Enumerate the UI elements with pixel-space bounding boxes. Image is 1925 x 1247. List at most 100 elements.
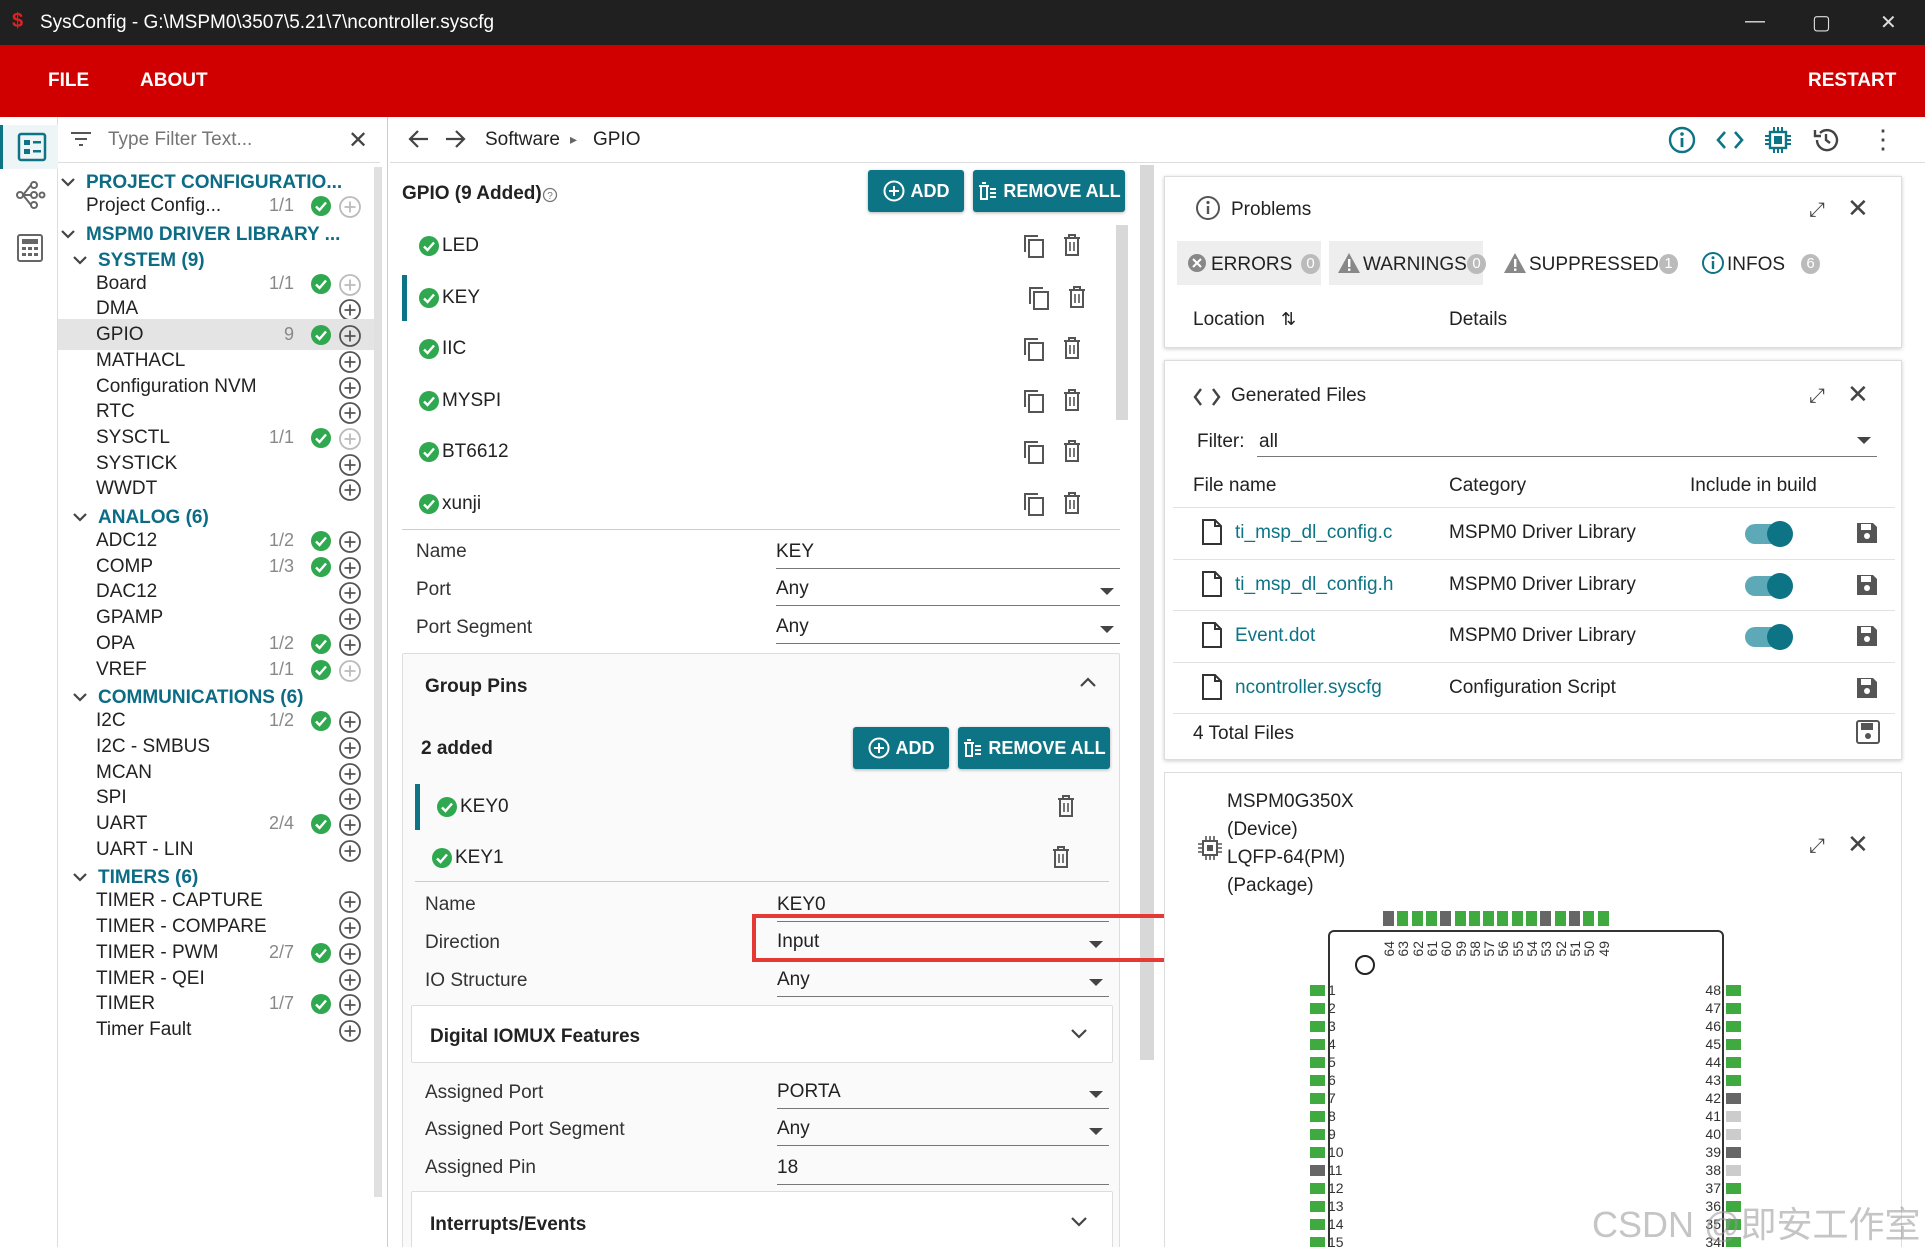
left-pin-7[interactable] xyxy=(1310,1093,1325,1104)
maximize-icon[interactable]: ▢ xyxy=(1812,10,1831,35)
top-pin-57[interactable] xyxy=(1483,911,1495,926)
tree-scrollbar[interactable] xyxy=(374,167,382,1197)
top-pin-63[interactable] xyxy=(1397,911,1409,926)
chevron-down-icon[interactable] xyxy=(72,511,88,523)
gpio-instance-iic[interactable]: IIC xyxy=(402,326,1117,372)
file-link[interactable]: ti_msp_dl_config.h xyxy=(1235,574,1393,596)
list-scrollbar[interactable] xyxy=(1116,225,1128,420)
chip-diagram[interactable]: 64 63 62 61 60 59 58 57 56 55 54 53 52 51 50 49 1 2 3 4 5 6 7 8… xyxy=(1165,773,1903,1247)
config-view-icon[interactable] xyxy=(0,125,58,169)
left-pin-4[interactable] xyxy=(1310,1039,1325,1050)
top-pin-51[interactable] xyxy=(1568,911,1580,926)
interrupts-card[interactable]: Interrupts/Events xyxy=(411,1191,1113,1247)
left-pin-1[interactable] xyxy=(1310,985,1325,996)
include-toggle[interactable] xyxy=(1745,572,1793,599)
right-pin-38[interactable] xyxy=(1726,1165,1741,1176)
tree-item-wwdt[interactable]: WWDT xyxy=(58,473,380,504)
copy-icon[interactable] xyxy=(1022,491,1046,517)
save-file-icon[interactable] xyxy=(1855,521,1879,545)
restart-button[interactable]: RESTART xyxy=(1808,70,1896,92)
copy-icon[interactable] xyxy=(1022,388,1046,414)
file-link[interactable]: ti_msp_dl_config.c xyxy=(1235,522,1392,544)
more-options-icon[interactable]: ⋮ xyxy=(1870,125,1896,153)
gpio-instance-bt6612[interactable]: BT6612 xyxy=(402,429,1117,475)
clear-filter-icon[interactable]: ✕ xyxy=(348,126,368,155)
file-link[interactable]: Event.dot xyxy=(1235,625,1315,647)
top-pin-64[interactable] xyxy=(1383,911,1394,926)
assigned-port-select[interactable]: PORTA xyxy=(777,1081,1109,1109)
tree-item-project-config[interactable]: Project Config... 1/1 xyxy=(58,190,380,221)
add-instance-icon[interactable] xyxy=(338,478,362,502)
top-pin-58[interactable] xyxy=(1468,911,1480,926)
expand-chevron-icon[interactable] xyxy=(1070,1216,1088,1228)
add-pin-button[interactable]: ADD xyxy=(853,727,949,769)
port-select[interactable]: Any xyxy=(776,578,1120,606)
right-pin-46[interactable] xyxy=(1726,1021,1741,1032)
left-pin-2[interactable] xyxy=(1310,1003,1325,1014)
right-pin-44[interactable] xyxy=(1726,1057,1741,1068)
add-instance-icon[interactable] xyxy=(338,1019,362,1043)
topology-view-icon[interactable] xyxy=(14,179,46,211)
expand-chevron-icon[interactable] xyxy=(1070,1028,1088,1040)
delete-icon[interactable] xyxy=(1056,794,1076,818)
top-pin-53[interactable] xyxy=(1540,911,1552,926)
chevron-down-icon[interactable] xyxy=(60,176,76,188)
port-segment-select[interactable]: Any xyxy=(776,616,1120,644)
warnings-tab[interactable]: WARNINGS 0 xyxy=(1329,241,1486,285)
copy-icon[interactable] xyxy=(1027,285,1051,311)
left-pin-3[interactable] xyxy=(1310,1021,1325,1032)
pin-key1[interactable]: KEY1 xyxy=(415,835,1109,881)
code-view-icon[interactable] xyxy=(1716,129,1744,151)
assigned-pin-input[interactable]: 18 xyxy=(777,1157,1109,1185)
expand-icon[interactable]: ⤢ xyxy=(1809,199,1825,222)
chevron-down-icon[interactable] xyxy=(72,871,88,883)
location-header[interactable]: Location xyxy=(1193,309,1265,331)
save-all-icon[interactable] xyxy=(1855,719,1881,745)
io-structure-select[interactable]: Any xyxy=(777,969,1109,997)
left-pin-10[interactable] xyxy=(1310,1147,1325,1158)
save-file-icon[interactable] xyxy=(1855,676,1879,700)
close-panel-icon[interactable]: ✕ xyxy=(1847,379,1869,410)
delete-icon[interactable] xyxy=(1062,491,1082,515)
file-filter-select[interactable]: all xyxy=(1257,427,1877,457)
left-pin-5[interactable] xyxy=(1310,1057,1325,1068)
remove-all-gpio-button[interactable]: REMOVE ALL xyxy=(973,170,1125,212)
top-pin-59[interactable] xyxy=(1454,911,1466,926)
digital-iomux-card[interactable]: Digital IOMUX Features xyxy=(411,1005,1113,1063)
left-pin-15[interactable] xyxy=(1310,1237,1325,1247)
chevron-down-icon[interactable] xyxy=(60,228,76,240)
copy-icon[interactable] xyxy=(1022,233,1046,259)
delete-icon[interactable] xyxy=(1062,233,1082,257)
right-pin-47[interactable] xyxy=(1726,1003,1741,1014)
device-view-icon[interactable] xyxy=(1764,126,1792,154)
top-pin-62[interactable] xyxy=(1411,911,1423,926)
assigned-segment-select[interactable]: Any xyxy=(777,1118,1109,1146)
include-toggle[interactable] xyxy=(1745,624,1793,650)
sort-icon[interactable]: ⇅ xyxy=(1281,309,1296,330)
gpio-instance-led[interactable]: LED xyxy=(402,223,1117,269)
top-pin-56[interactable] xyxy=(1497,911,1509,926)
right-pin-40[interactable] xyxy=(1726,1129,1741,1140)
copy-icon[interactable] xyxy=(1022,336,1046,362)
top-pin-52[interactable] xyxy=(1554,911,1566,926)
right-pin-37[interactable] xyxy=(1726,1183,1741,1194)
history-icon[interactable] xyxy=(1812,126,1840,154)
gpio-instance-myspi[interactable]: MYSPI xyxy=(402,378,1117,424)
delete-icon[interactable] xyxy=(1062,388,1082,412)
tree-item-vref[interactable]: VREF 1/1 xyxy=(58,654,380,685)
help-icon[interactable]: ? xyxy=(542,187,558,203)
top-pin-61[interactable] xyxy=(1425,911,1437,926)
top-pin-50[interactable] xyxy=(1583,911,1595,926)
delete-icon[interactable] xyxy=(1051,845,1071,869)
left-pin-14[interactable] xyxy=(1310,1219,1325,1230)
include-toggle[interactable] xyxy=(1745,521,1793,547)
right-pin-48[interactable] xyxy=(1726,985,1741,996)
left-pin-6[interactable] xyxy=(1310,1075,1325,1086)
top-pin-54[interactable] xyxy=(1526,911,1537,926)
name-input[interactable]: KEY xyxy=(776,541,1120,569)
pin-key0[interactable]: KEY0 xyxy=(415,784,1109,830)
suppressed-tab[interactable]: SUPPRESSED 1 xyxy=(1495,241,1685,285)
expand-icon[interactable]: ⤢ xyxy=(1809,385,1825,408)
copy-icon[interactable] xyxy=(1022,439,1046,465)
add-instance-icon[interactable] xyxy=(338,195,362,219)
